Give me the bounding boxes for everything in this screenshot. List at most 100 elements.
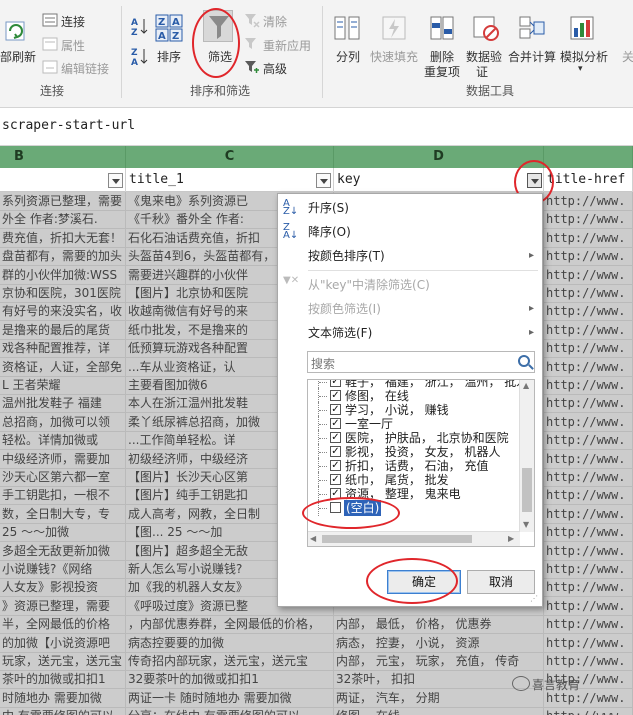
filter-search-input[interactable]: 搜索 bbox=[307, 351, 535, 373]
table-cell[interactable]: http://www. bbox=[544, 394, 633, 414]
table-cell[interactable]: http://www. bbox=[544, 265, 633, 285]
table-cell[interactable]: 数，全日制大专，专 bbox=[0, 504, 126, 524]
table-cell[interactable]: 总招商，加微可以领 bbox=[0, 412, 126, 432]
table-cell[interactable]: 病态控要要的加微 bbox=[126, 633, 334, 653]
consolidate-icon[interactable] bbox=[518, 14, 546, 42]
table-cell[interactable]: 系列资源已整理，需要 bbox=[0, 192, 126, 211]
scrollbar-thumb[interactable] bbox=[322, 535, 472, 543]
table-cell[interactable]: 京协和医院，301医院 bbox=[0, 284, 126, 303]
table-cell[interactable]: http://www. bbox=[544, 302, 633, 322]
header-cell-title-href[interactable]: title-href bbox=[544, 168, 633, 192]
checkbox-checked-icon[interactable]: ✓ bbox=[330, 474, 341, 485]
table-cell[interactable]: ，内部优惠券群，全网最低的价格， bbox=[126, 615, 334, 635]
table-cell[interactable]: http://www. bbox=[544, 247, 633, 267]
table-cell[interactable]: http://www. bbox=[544, 652, 633, 671]
table-cell[interactable]: 时随地办 需要加微 bbox=[0, 688, 126, 708]
formula-bar[interactable]: scraper-start-url bbox=[0, 108, 633, 146]
table-cell[interactable]: 费充值，折扣大无套！ bbox=[0, 228, 126, 248]
table-cell[interactable]: http://www. bbox=[544, 284, 633, 303]
checkbox-checked-icon[interactable]: ✓ bbox=[330, 488, 341, 499]
table-cell[interactable]: http://www. bbox=[544, 504, 633, 524]
table-cell[interactable]: 内部， 最低， 价格， 优惠券 bbox=[334, 615, 544, 635]
table-cell[interactable]: http://www. bbox=[544, 541, 633, 561]
table-cell[interactable]: http://www. bbox=[544, 431, 633, 451]
table-cell[interactable]: http://www. bbox=[544, 578, 633, 598]
checkbox-checked-icon[interactable]: ✓ bbox=[330, 446, 341, 457]
table-cell[interactable]: http://www. bbox=[544, 560, 633, 579]
filter-dropdown-icon[interactable] bbox=[316, 173, 331, 188]
table-cell[interactable]: http://www. bbox=[544, 228, 633, 248]
resize-grip-icon[interactable]: ⋰ bbox=[530, 594, 540, 604]
menu-sort-ascending[interactable]: A Z↓ 升序(S) bbox=[278, 196, 542, 220]
table-cell[interactable]: 中级经济师，需要加 bbox=[0, 449, 126, 469]
table-cell[interactable]: 玩家，送元宝，送元宝 bbox=[0, 652, 126, 671]
table-cell[interactable]: 两证， 汽车， 分期 bbox=[334, 688, 544, 708]
table-cell[interactable]: http://www. bbox=[544, 339, 633, 359]
remove-duplicates-label-2[interactable]: 重复项 bbox=[424, 63, 460, 80]
header-cell-title-1[interactable]: title_1 bbox=[126, 168, 334, 192]
table-cell[interactable]: 》资源已整理，需要 bbox=[0, 596, 126, 616]
filter-dropdown-icon[interactable] bbox=[108, 173, 123, 188]
remove-duplicates-icon[interactable] bbox=[428, 14, 456, 42]
table-cell[interactable]: http://www. bbox=[544, 468, 633, 487]
table-cell[interactable]: 半，全网最低的价格 bbox=[0, 615, 126, 635]
filter-value-list[interactable]: ✓ 鞋子， 福建， 浙江， 温州， 批发 ✓ 修图， 在线 ✓ 学习， 小说， 赚钱 ✓ 一室… bbox=[307, 379, 535, 547]
horizontal-scrollbar[interactable]: ◀ ▶ bbox=[308, 531, 520, 546]
column-header-e[interactable] bbox=[544, 146, 633, 168]
sort-za-icon[interactable]: ZA bbox=[130, 46, 150, 68]
table-cell[interactable]: http://www. bbox=[544, 210, 633, 230]
sort-az-icon[interactable]: AZ bbox=[130, 16, 150, 38]
table-cell[interactable]: http://www. bbox=[544, 376, 633, 395]
menu-sort-by-color[interactable]: 按颜色排序(T) ▸ bbox=[278, 244, 542, 268]
consolidate-button[interactable]: 合并计算 bbox=[508, 48, 556, 65]
checkbox-checked-icon[interactable]: ✓ bbox=[330, 418, 341, 429]
header-cell-key[interactable]: key bbox=[334, 168, 544, 192]
what-if-dropdown-icon[interactable]: ▾ bbox=[578, 64, 583, 74]
table-cell[interactable]: 内部， 元宝， 玩家， 充值， 传奇 bbox=[334, 652, 544, 671]
ok-button[interactable]: 确定 bbox=[387, 570, 461, 594]
filter-funnel-icon[interactable] bbox=[203, 10, 233, 42]
table-cell[interactable]: http://www. bbox=[544, 707, 633, 715]
table-cell[interactable]: 25 ～～加微 bbox=[0, 523, 126, 543]
formula-bar-content[interactable]: scraper-start-url bbox=[2, 118, 135, 133]
data-validation-icon[interactable] bbox=[472, 14, 500, 42]
table-cell[interactable]: http://www. bbox=[544, 486, 633, 506]
table-cell[interactable]: 群的小伙伴加微:WSS bbox=[0, 265, 126, 285]
table-cell[interactable]: 的加微【小说资源吧 bbox=[0, 633, 126, 653]
table-cell[interactable]: 32要茶叶的加微或扣扣1 bbox=[126, 670, 334, 690]
column-header-c[interactable]: C bbox=[126, 146, 334, 168]
checkbox-checked-icon[interactable]: ✓ bbox=[330, 460, 341, 471]
table-cell[interactable]: 戏各种配置推荐，详 bbox=[0, 339, 126, 359]
checkbox-checked-icon[interactable]: ✓ bbox=[330, 390, 341, 401]
advanced-button[interactable]: 高级 bbox=[263, 60, 287, 77]
table-cell[interactable]: http://www. bbox=[544, 615, 633, 635]
table-cell[interactable]: 手工钥匙扣，一根不 bbox=[0, 486, 126, 506]
checkbox-checked-icon[interactable]: ✓ bbox=[330, 380, 341, 387]
table-cell[interactable]: 沙天心区第六都一室 bbox=[0, 468, 126, 487]
cancel-button[interactable]: 取消 bbox=[467, 570, 535, 594]
table-cell[interactable]: L 王者荣耀 bbox=[0, 376, 126, 395]
scrollbar-thumb[interactable] bbox=[522, 468, 532, 512]
advanced-filter-icon[interactable] bbox=[244, 59, 260, 75]
column-header-b[interactable]: B bbox=[0, 146, 126, 168]
checkbox-checked-icon[interactable]: ✓ bbox=[330, 404, 341, 415]
table-cell[interactable]: 分享：在线中 有需要修图的可以 bbox=[126, 707, 334, 715]
table-cell[interactable]: 人女友》影视投资 bbox=[0, 578, 126, 598]
sort-dialog-icon[interactable]: ZAAZ bbox=[155, 14, 183, 42]
connections-button[interactable]: 连接 bbox=[61, 13, 85, 30]
table-cell[interactable]: 茶叶的加微或扣扣1 bbox=[0, 670, 126, 690]
table-cell[interactable]: 两证一卡 随时随地办 需要加微 bbox=[126, 688, 334, 708]
table-cell[interactable]: 盘苗都有，需要的加头 bbox=[0, 247, 126, 267]
sort-button[interactable]: 排序 bbox=[157, 48, 181, 65]
menu-sort-descending[interactable]: Z A↓ 降序(O) bbox=[278, 220, 542, 244]
refresh-all-icon[interactable] bbox=[2, 18, 32, 44]
data-validation-label-2[interactable]: 证 bbox=[476, 63, 488, 80]
table-cell[interactable]: http://www. bbox=[544, 192, 633, 211]
refresh-all-button[interactable]: 部刷新 bbox=[0, 48, 36, 65]
what-if-analysis-button[interactable]: 模拟分析 bbox=[560, 48, 608, 65]
column-header-d[interactable]: D bbox=[334, 146, 544, 168]
vertical-scrollbar[interactable]: ▲ ▼ bbox=[519, 380, 534, 532]
table-cell[interactable]: 传奇招内部玩家，送元宝，送元宝 bbox=[126, 652, 334, 671]
checkbox-checked-icon[interactable]: ✓ bbox=[330, 432, 341, 443]
connections-icon[interactable] bbox=[42, 12, 58, 28]
